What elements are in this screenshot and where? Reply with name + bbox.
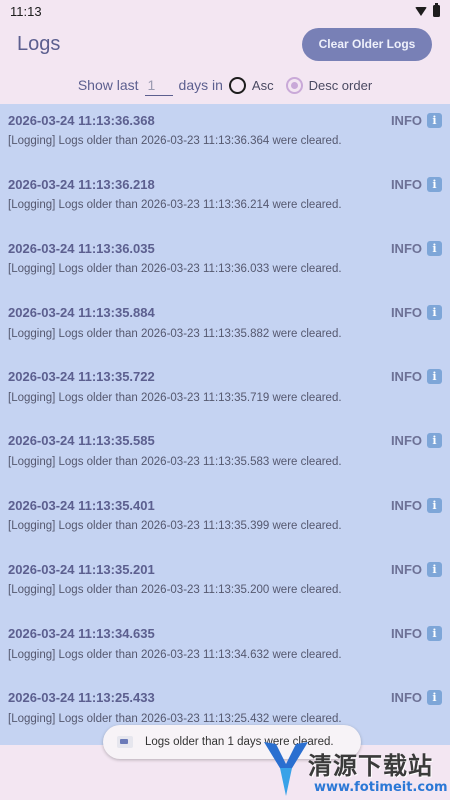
status-icons	[415, 3, 440, 17]
log-entry[interactable]: 2026-03-24 11:13:36.368 INFO i [Logging] Lo…	[0, 104, 450, 168]
log-level: INFO i	[390, 690, 442, 706]
log-header: 2026-03-24 11:13:35.201 INFO i	[8, 557, 442, 581]
log-header: 2026-03-24 11:13:36.368 INFO i	[8, 108, 442, 132]
log-level: INFO i	[390, 305, 442, 321]
log-message: [Logging] Logs older than 2026-03-23 11:…	[8, 391, 342, 404]
log-level: INFO i	[390, 240, 442, 256]
log-level: INFO i	[390, 561, 442, 577]
desc-radio[interactable]	[285, 76, 303, 94]
asc-label: Asc	[251, 77, 274, 93]
log-level-label: INFO	[390, 369, 422, 385]
status-time: 11:13	[10, 3, 42, 19]
wifi-icon	[415, 6, 427, 16]
info-icon: i	[427, 690, 442, 706]
log-list[interactable]: 2026-03-24 11:13:36.368 INFO i [Logging] Lo…	[0, 104, 450, 745]
asc-option[interactable]: Asc	[228, 76, 274, 94]
log-entry[interactable]: 2026-03-24 11:13:35.201 INFO i [Logging] Lo…	[0, 553, 450, 617]
info-icon: i	[427, 176, 442, 192]
log-header: 2026-03-24 11:13:35.884 INFO i	[8, 301, 442, 325]
desc-option[interactable]: Desc order	[285, 76, 373, 94]
days-in-label: days in	[178, 77, 223, 93]
log-message: [Logging] Logs older than 2026-03-23 11:…	[8, 199, 342, 212]
log-timestamp: 2026-03-24 11:13:35.401	[8, 497, 155, 513]
log-header: 2026-03-24 11:13:35.585 INFO i	[8, 429, 442, 453]
info-icon: i	[427, 561, 442, 577]
info-icon: i	[427, 305, 442, 321]
log-level: INFO i	[390, 433, 442, 449]
log-entry[interactable]: 2026-03-24 11:13:35.884 INFO i [Logging] Lo…	[0, 297, 450, 361]
log-level-label: INFO	[390, 690, 422, 706]
watermark: 清源下载站 www.fotimeit.com	[256, 738, 448, 798]
log-level: INFO i	[390, 112, 442, 128]
log-entry[interactable]: 2026-03-24 11:13:35.722 INFO i [Logging] Lo…	[0, 361, 450, 425]
info-icon: i	[427, 240, 442, 256]
log-timestamp: 2026-03-24 11:13:36.368	[8, 112, 155, 128]
info-icon: i	[427, 497, 442, 513]
log-entry[interactable]: 2026-03-24 11:13:35.585 INFO i [Logging] Lo…	[0, 425, 450, 489]
log-entry[interactable]: 2026-03-24 11:13:35.401 INFO i [Logging] Lo…	[0, 489, 450, 553]
log-level: INFO i	[391, 626, 442, 641]
log-timestamp: 2026-03-24 11:13:34.635	[8, 626, 155, 641]
info-icon: i	[427, 626, 442, 641]
log-level: INFO i	[390, 497, 442, 513]
desc-label: Desc order	[308, 77, 373, 93]
log-message: [Logging] Logs older than 2026-03-23 11:…	[8, 263, 342, 276]
log-header: 2026-03-24 11:13:35.401 INFO i	[8, 493, 442, 517]
battery-icon	[433, 3, 440, 17]
page-title: Logs	[17, 32, 61, 55]
log-level: INFO i	[390, 176, 442, 192]
log-message: [Logging] Logs older than 2026-03-23 11:…	[8, 135, 342, 147]
watermark-url: www.fotimeit.com	[314, 780, 448, 795]
log-message: [Logging] Logs older than 2026-03-23 11:…	[8, 455, 342, 468]
asc-radio[interactable]	[228, 76, 246, 94]
log-message: [Logging] Logs older than 2026-03-23 11:…	[8, 327, 342, 340]
log-level-label: INFO	[390, 433, 422, 449]
info-icon: i	[427, 369, 442, 385]
clear-older-logs-button[interactable]: Clear Older Logs	[302, 27, 432, 61]
log-level-label: INFO	[390, 626, 422, 641]
log-header: 2026-03-24 11:13:36.218 INFO i	[8, 172, 442, 196]
info-icon: i	[427, 112, 442, 128]
log-header: 2026-03-24 11:13:35.722 INFO i	[8, 365, 442, 389]
log-level-label: INFO	[390, 240, 422, 256]
show-last-label: Show last	[77, 77, 139, 93]
log-level-label: INFO	[390, 305, 422, 321]
log-entry[interactable]: 2026-03-24 11:13:36.035 INFO i [Logging] Lo…	[0, 232, 450, 296]
log-timestamp: 2026-03-24 11:13:36.035	[8, 240, 155, 256]
filter-row: Show last days in Asc Desc order	[0, 64, 450, 106]
days-input[interactable]	[144, 74, 173, 96]
log-level: INFO i	[390, 369, 442, 385]
log-header: 2026-03-24 11:13:25.433 INFO i	[8, 686, 442, 710]
log-message: [Logging] Logs older than 2026-03-23 11:…	[8, 520, 342, 533]
log-timestamp: 2026-03-24 11:13:25.433	[8, 690, 155, 706]
watermark-title: 清源下载站	[308, 752, 433, 780]
log-timestamp: 2026-03-24 11:13:35.585	[8, 433, 155, 449]
log-timestamp: 2026-03-24 11:13:35.884	[8, 305, 155, 321]
app-bar: Logs Clear Older Logs	[0, 24, 450, 64]
log-header: 2026-03-24 11:13:36.035 INFO i	[8, 236, 442, 260]
status-bar: 11:13	[0, 0, 450, 22]
log-level-label: INFO	[390, 497, 422, 513]
log-message: [Logging] Logs older than 2026-03-23 11:…	[8, 648, 342, 661]
watermark-logo-icon	[264, 742, 308, 796]
log-timestamp: 2026-03-24 11:13:36.218	[8, 176, 155, 192]
log-entry[interactable]: 2026-03-24 11:13:36.218 INFO i [Logging] Lo…	[0, 168, 450, 232]
log-level-label: INFO	[390, 176, 422, 192]
log-level-label: INFO	[390, 112, 422, 128]
log-entry[interactable]: 2026-03-24 11:13:34.635 INFO i [Logging] Lo…	[0, 618, 450, 682]
log-message: [Logging] Logs older than 2026-03-23 11:…	[8, 712, 342, 725]
log-timestamp: 2026-03-24 11:13:35.201	[8, 561, 155, 577]
log-message: [Logging] Logs older than 2026-03-23 11:…	[8, 584, 342, 597]
log-header: 2026-03-24 11:13:34.635 INFO i	[8, 622, 442, 646]
info-icon: i	[427, 433, 442, 449]
log-level-label: INFO	[390, 561, 422, 577]
app-icon	[117, 736, 133, 748]
log-timestamp: 2026-03-24 11:13:35.722	[8, 369, 155, 385]
